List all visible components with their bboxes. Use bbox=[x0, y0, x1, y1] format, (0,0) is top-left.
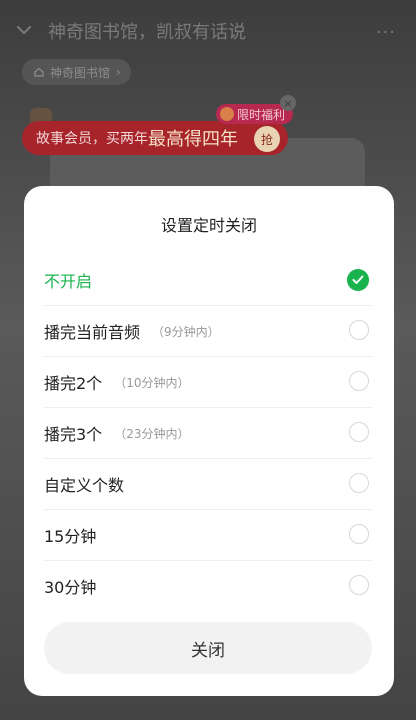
promo-banner[interactable]: 故事会员，买两年 最高得四年 bbox=[22, 121, 288, 155]
radio-icon bbox=[349, 575, 369, 595]
gift-icon bbox=[220, 107, 234, 121]
option-two[interactable]: 播完2个 （10分钟内） bbox=[44, 357, 372, 407]
option-current-audio[interactable]: 播完当前音频 （9分钟内） bbox=[44, 306, 372, 356]
option-15min[interactable]: 15分钟 bbox=[44, 510, 372, 560]
option-three[interactable]: 播完3个 （23分钟内） bbox=[44, 408, 372, 458]
chevron-down-icon[interactable] bbox=[14, 20, 34, 40]
radio-icon bbox=[349, 422, 369, 442]
chip-label: 神奇图书馆 bbox=[50, 65, 111, 80]
more-icon[interactable]: ··· bbox=[376, 22, 396, 43]
top-bar: 神奇图书馆，凯叔有话说 ··· bbox=[0, 0, 416, 60]
option-label: 自定义个数 bbox=[44, 476, 125, 495]
chevron-right-icon: › bbox=[116, 65, 121, 79]
promo-close-icon[interactable]: × bbox=[280, 95, 296, 111]
promo-highlight: 最高得四年 bbox=[148, 129, 238, 150]
radio-icon bbox=[349, 473, 369, 493]
page-title: 神奇图书馆，凯叔有话说 bbox=[48, 22, 246, 43]
check-icon bbox=[347, 269, 369, 291]
close-button[interactable]: 关闭 bbox=[44, 622, 372, 674]
radio-icon bbox=[349, 320, 369, 340]
grab-button[interactable]: 抢 bbox=[254, 126, 280, 152]
option-label: 播完当前音频 bbox=[44, 323, 141, 342]
option-label: 不开启 bbox=[44, 272, 93, 291]
option-label: 15分钟 bbox=[44, 527, 97, 546]
option-hint: （10分钟内） bbox=[114, 375, 190, 390]
timer-sheet: 设置定时关闭 不开启 播完当前音频 （9分钟内） 播完2个 （10分钟内） 播完… bbox=[24, 186, 394, 696]
promo-text: 故事会员，买两年 bbox=[36, 131, 148, 147]
option-30min[interactable]: 30分钟 bbox=[44, 561, 372, 611]
option-label: 播完3个 bbox=[44, 425, 103, 444]
option-label: 播完2个 bbox=[44, 374, 103, 393]
badge-label: 限时福利 bbox=[237, 107, 286, 122]
option-hint: （23分钟内） bbox=[114, 426, 190, 441]
option-hint: （9分钟内） bbox=[152, 324, 220, 339]
sheet-title: 设置定时关闭 bbox=[160, 216, 257, 235]
option-off[interactable]: 不开启 bbox=[44, 255, 372, 305]
radio-icon bbox=[349, 524, 369, 544]
home-icon bbox=[34, 67, 44, 77]
channel-chip[interactable]: 神奇图书馆 › bbox=[22, 59, 131, 85]
radio-icon bbox=[349, 371, 369, 391]
option-custom[interactable]: 自定义个数 bbox=[44, 459, 372, 509]
option-label: 30分钟 bbox=[44, 578, 97, 597]
